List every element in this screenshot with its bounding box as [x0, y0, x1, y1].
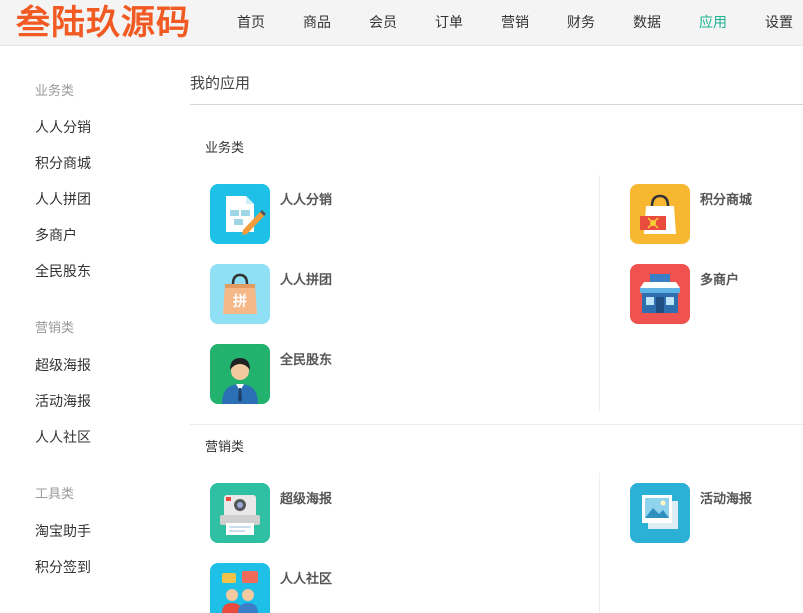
shopping-bag-icon: [630, 184, 690, 244]
sidebar-item-checkin[interactable]: 积分签到: [35, 557, 91, 577]
column-divider: [599, 175, 600, 411]
nav-item-goods[interactable]: 商品: [284, 0, 350, 46]
app-label: 积分商城: [700, 193, 753, 208]
picture-icon: [630, 483, 690, 543]
shareholder-icon: [210, 344, 270, 404]
nav-item-apps[interactable]: 应用: [680, 0, 746, 46]
nav-item-home[interactable]: 首页: [218, 0, 284, 46]
sidebar-item-taobao-helper[interactable]: 淘宝助手: [35, 521, 91, 541]
community-icon: [210, 563, 270, 613]
top-bar: 叁陆玖源码 首页 商品 会员 订单 营销 财务 数据 应用 设置: [0, 0, 803, 46]
nav-item-orders[interactable]: 订单: [416, 0, 482, 46]
app-multi-merchant[interactable]: 多商户: [630, 264, 803, 326]
page-title: 我的应用: [190, 74, 251, 92]
sidebar-item-community[interactable]: 人人社区: [35, 427, 91, 447]
sidebar-item-shareholder[interactable]: 全民股东: [35, 261, 91, 281]
nav-item-settings[interactable]: 设置: [746, 0, 803, 46]
app-community[interactable]: 人人社区: [210, 563, 430, 613]
nav-item-finance[interactable]: 财务: [548, 0, 614, 46]
section-title-business: 业务类: [205, 141, 245, 156]
nav-item-members[interactable]: 会员: [350, 0, 416, 46]
section-divider: [190, 424, 803, 425]
title-divider: [190, 104, 803, 105]
app-event-poster[interactable]: 活动海报: [630, 483, 803, 545]
sidebar-item-event-poster[interactable]: 活动海报: [35, 391, 91, 411]
app-shareholder[interactable]: 全民股东: [210, 344, 430, 406]
app-points-mall[interactable]: 积分商城: [630, 184, 803, 246]
sidebar-group-tools: 工具类: [35, 487, 75, 502]
sidebar-item-distribution[interactable]: 人人分销: [35, 117, 91, 137]
store-icon: [630, 264, 690, 324]
app-label: 活动海报: [700, 492, 753, 507]
sidebar-group-business: 业务类: [35, 84, 75, 99]
main-nav: 首页 商品 会员 订单 营销 财务 数据 应用 设置: [218, 0, 803, 46]
sidebar-item-multi-merchant[interactable]: 多商户: [35, 225, 77, 245]
sidebar: 业务类 人人分销 积分商城 人人拼团 多商户 全民股东 营销类 超级海报 活动海…: [0, 47, 170, 613]
poster-printer-icon: [210, 483, 270, 543]
nav-item-marketing[interactable]: 营销: [482, 0, 548, 46]
app-label: 多商户: [700, 273, 740, 288]
group-buy-bag-icon: 拼: [210, 264, 270, 324]
app-label: 人人拼团: [280, 273, 333, 288]
app-label: 人人社区: [280, 572, 333, 587]
sidebar-group-marketing: 营销类: [35, 321, 75, 336]
nav-item-data[interactable]: 数据: [614, 0, 680, 46]
svg-text:拼: 拼: [233, 293, 247, 310]
app-label: 人人分销: [280, 193, 333, 208]
distribution-icon: [210, 184, 270, 244]
sidebar-item-group-buy[interactable]: 人人拼团: [35, 189, 91, 209]
column-divider: [599, 473, 600, 613]
app-group-buy[interactable]: 拼 人人拼团: [210, 264, 430, 326]
app-super-poster[interactable]: 超级海报: [210, 483, 430, 545]
sidebar-item-points-mall[interactable]: 积分商城: [35, 153, 91, 173]
sidebar-item-super-poster[interactable]: 超级海报: [35, 355, 91, 375]
app-label: 超级海报: [280, 492, 333, 507]
section-title-marketing: 营销类: [205, 440, 245, 455]
app-label: 全民股东: [280, 353, 333, 368]
app-distribution[interactable]: 人人分销: [210, 184, 430, 246]
logo[interactable]: 叁陆玖源码: [16, 2, 191, 44]
